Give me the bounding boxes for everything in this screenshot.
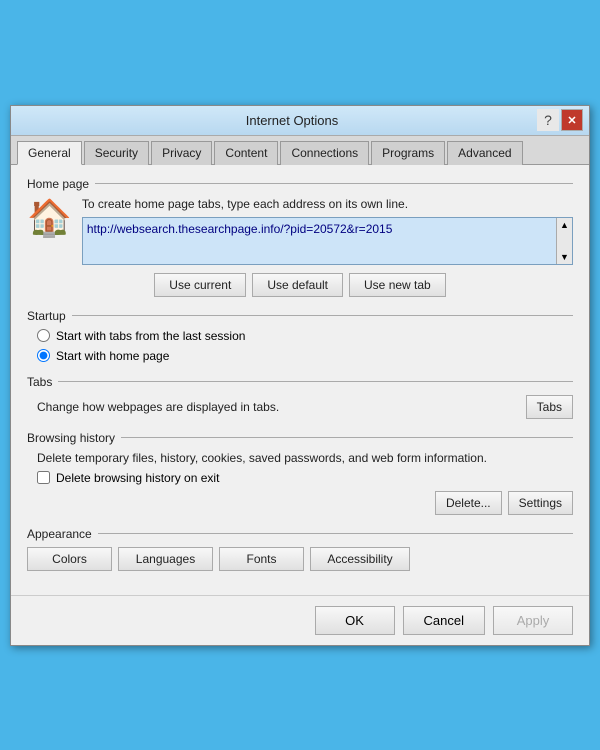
startup-radio-1[interactable] [37,329,50,342]
window-controls: ? ✕ [537,109,583,131]
delete-history-checkbox[interactable] [37,471,50,484]
home-page-desc: To create home page tabs, type each addr… [82,197,573,211]
browsing-history-section: Browsing history Delete temporary files,… [27,431,573,515]
colors-button[interactable]: Colors [27,547,112,571]
tabs-description: Change how webpages are displayed in tab… [37,400,279,414]
url-input[interactable] [83,218,556,264]
startup-title: Startup [27,309,573,323]
startup-option-1-label: Start with tabs from the last session [56,329,245,343]
tab-advanced[interactable]: Advanced [447,141,522,165]
scroll-up-icon[interactable]: ▲ [558,218,571,232]
delete-history-checkbox-row: Delete browsing history on exit [27,471,573,485]
delete-button[interactable]: Delete... [435,491,502,515]
apply-button[interactable]: Apply [493,606,573,635]
browsing-history-desc: Delete temporary files, history, cookies… [27,451,573,465]
startup-option-1[interactable]: Start with tabs from the last session [37,329,573,343]
startup-radio-2[interactable] [37,349,50,362]
tabs-row: Change how webpages are displayed in tab… [27,395,573,419]
main-content: Home page 🏠 To create home page tabs, ty… [11,165,589,595]
delete-history-label: Delete browsing history on exit [56,471,219,485]
tab-connections[interactable]: Connections [280,141,369,165]
startup-option-2[interactable]: Start with home page [37,349,573,363]
home-page-right: To create home page tabs, type each addr… [82,197,573,265]
tab-privacy[interactable]: Privacy [151,141,212,165]
home-page-content: 🏠 To create home page tabs, type each ad… [27,197,573,265]
tab-general[interactable]: General [17,141,82,165]
languages-button[interactable]: Languages [118,547,213,571]
appearance-buttons: Colors Languages Fonts Accessibility [27,547,573,571]
ok-button[interactable]: OK [315,606,395,635]
house-icon: 🏠 [27,197,72,239]
startup-section: Startup Start with tabs from the last se… [27,309,573,363]
window-title: Internet Options [47,113,537,128]
use-new-tab-button[interactable]: Use new tab [349,273,446,297]
scrollbar-vertical[interactable]: ▲ ▼ [556,218,572,264]
tab-bar: General Security Privacy Content Connect… [11,136,589,165]
scroll-down-icon[interactable]: ▼ [558,250,571,264]
url-box-wrapper: ▲ ▼ [82,217,573,265]
home-page-title: Home page [27,177,573,191]
browsing-history-title: Browsing history [27,431,573,445]
home-page-section: Home page 🏠 To create home page tabs, ty… [27,177,573,297]
use-current-button[interactable]: Use current [154,273,246,297]
cancel-button[interactable]: Cancel [403,606,485,635]
tabs-section: Tabs Change how webpages are displayed i… [27,375,573,419]
tab-content[interactable]: Content [214,141,278,165]
tab-programs[interactable]: Programs [371,141,445,165]
history-buttons: Delete... Settings [27,491,573,515]
fonts-button[interactable]: Fonts [219,547,304,571]
close-button[interactable]: ✕ [561,109,583,131]
accessibility-button[interactable]: Accessibility [310,547,410,571]
home-page-buttons: Use current Use default Use new tab [27,273,573,297]
startup-option-2-label: Start with home page [56,349,169,363]
tabs-section-title: Tabs [27,375,573,389]
bottom-bar: OK Cancel Apply [11,595,589,645]
use-default-button[interactable]: Use default [252,273,343,297]
appearance-title: Appearance [27,527,573,541]
tabs-button[interactable]: Tabs [526,395,573,419]
appearance-section: Appearance Colors Languages Fonts Access… [27,527,573,571]
startup-options: Start with tabs from the last session St… [27,329,573,363]
tab-security[interactable]: Security [84,141,149,165]
settings-button[interactable]: Settings [508,491,573,515]
help-button[interactable]: ? [537,109,559,131]
title-bar: Internet Options ? ✕ [11,106,589,136]
